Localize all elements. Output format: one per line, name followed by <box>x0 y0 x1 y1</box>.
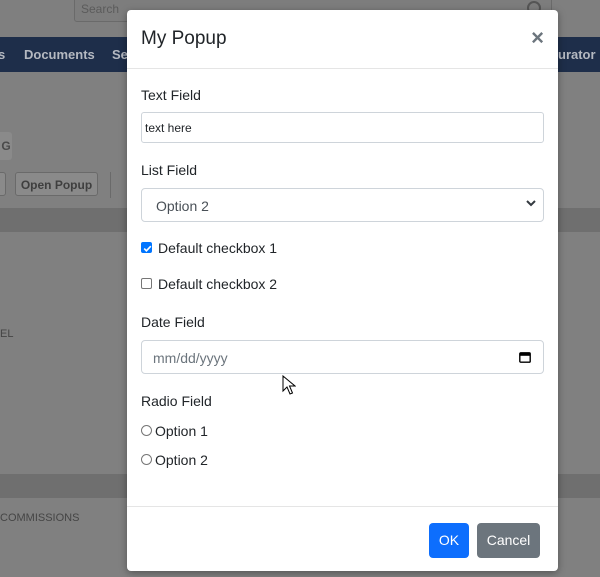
radio-field-label: Radio Field <box>141 393 212 409</box>
dialog-footer: OK Cancel <box>127 506 558 572</box>
text-field-label: Text Field <box>141 87 201 103</box>
calendar-icon[interactable] <box>519 351 531 363</box>
checkmark-icon <box>143 245 152 252</box>
cancel-button[interactable]: Cancel <box>477 523 540 558</box>
checkbox-1-row[interactable]: Default checkbox 1 <box>141 240 341 258</box>
radio-option-1[interactable] <box>141 425 152 436</box>
background-button-partial <box>0 172 6 196</box>
close-button[interactable]: × <box>531 26 544 50</box>
radio-option-2-label: Option 2 <box>155 452 208 468</box>
close-icon[interactable]: × <box>531 25 544 50</box>
list-field-label: List Field <box>141 162 198 178</box>
background-text: EL <box>0 328 14 340</box>
chevron-down-icon <box>526 200 536 207</box>
text-field-input[interactable] <box>141 112 544 143</box>
nav-item-left: s <box>0 47 6 62</box>
dialog-title: My Popup <box>141 28 227 49</box>
nav-item-documents: Documents <box>24 47 95 62</box>
nav-item-right: urator <box>558 47 596 62</box>
nav-item-settings: Se <box>112 47 128 62</box>
ok-button[interactable]: OK <box>429 523 469 558</box>
dialog-header: My Popup × <box>127 10 558 69</box>
background-divider <box>110 172 111 198</box>
list-field-select[interactable]: Option 2 <box>141 188 544 222</box>
radio-option-1-label: Option 1 <box>155 423 208 439</box>
background-text: COMMISSIONS <box>0 512 80 524</box>
background-search-placeholder: Search <box>81 2 120 16</box>
date-field-input[interactable]: mm/dd/yyyy <box>141 340 544 374</box>
list-field-selected-value: Option 2 <box>156 198 209 214</box>
radio-option-1-row[interactable]: Option 1 <box>141 423 261 441</box>
date-field-label: Date Field <box>141 314 205 330</box>
checkbox-2[interactable] <box>141 278 152 289</box>
checkbox-1[interactable] <box>141 242 152 253</box>
radio-option-2[interactable] <box>141 454 152 465</box>
checkbox-1-label: Default checkbox 1 <box>158 240 278 256</box>
open-popup-button: Open Popup <box>15 172 98 196</box>
checkbox-2-label: Default checkbox 2 <box>158 276 278 292</box>
mouse-cursor-icon <box>282 375 296 395</box>
radio-option-2-row[interactable]: Option 2 <box>141 452 261 470</box>
background-panel-letter: G <box>0 132 12 160</box>
popup-dialog: My Popup × Text Field List Field Option … <box>127 10 558 571</box>
checkbox-2-row[interactable]: Default checkbox 2 <box>141 276 341 294</box>
date-field-placeholder: mm/dd/yyyy <box>153 350 228 366</box>
